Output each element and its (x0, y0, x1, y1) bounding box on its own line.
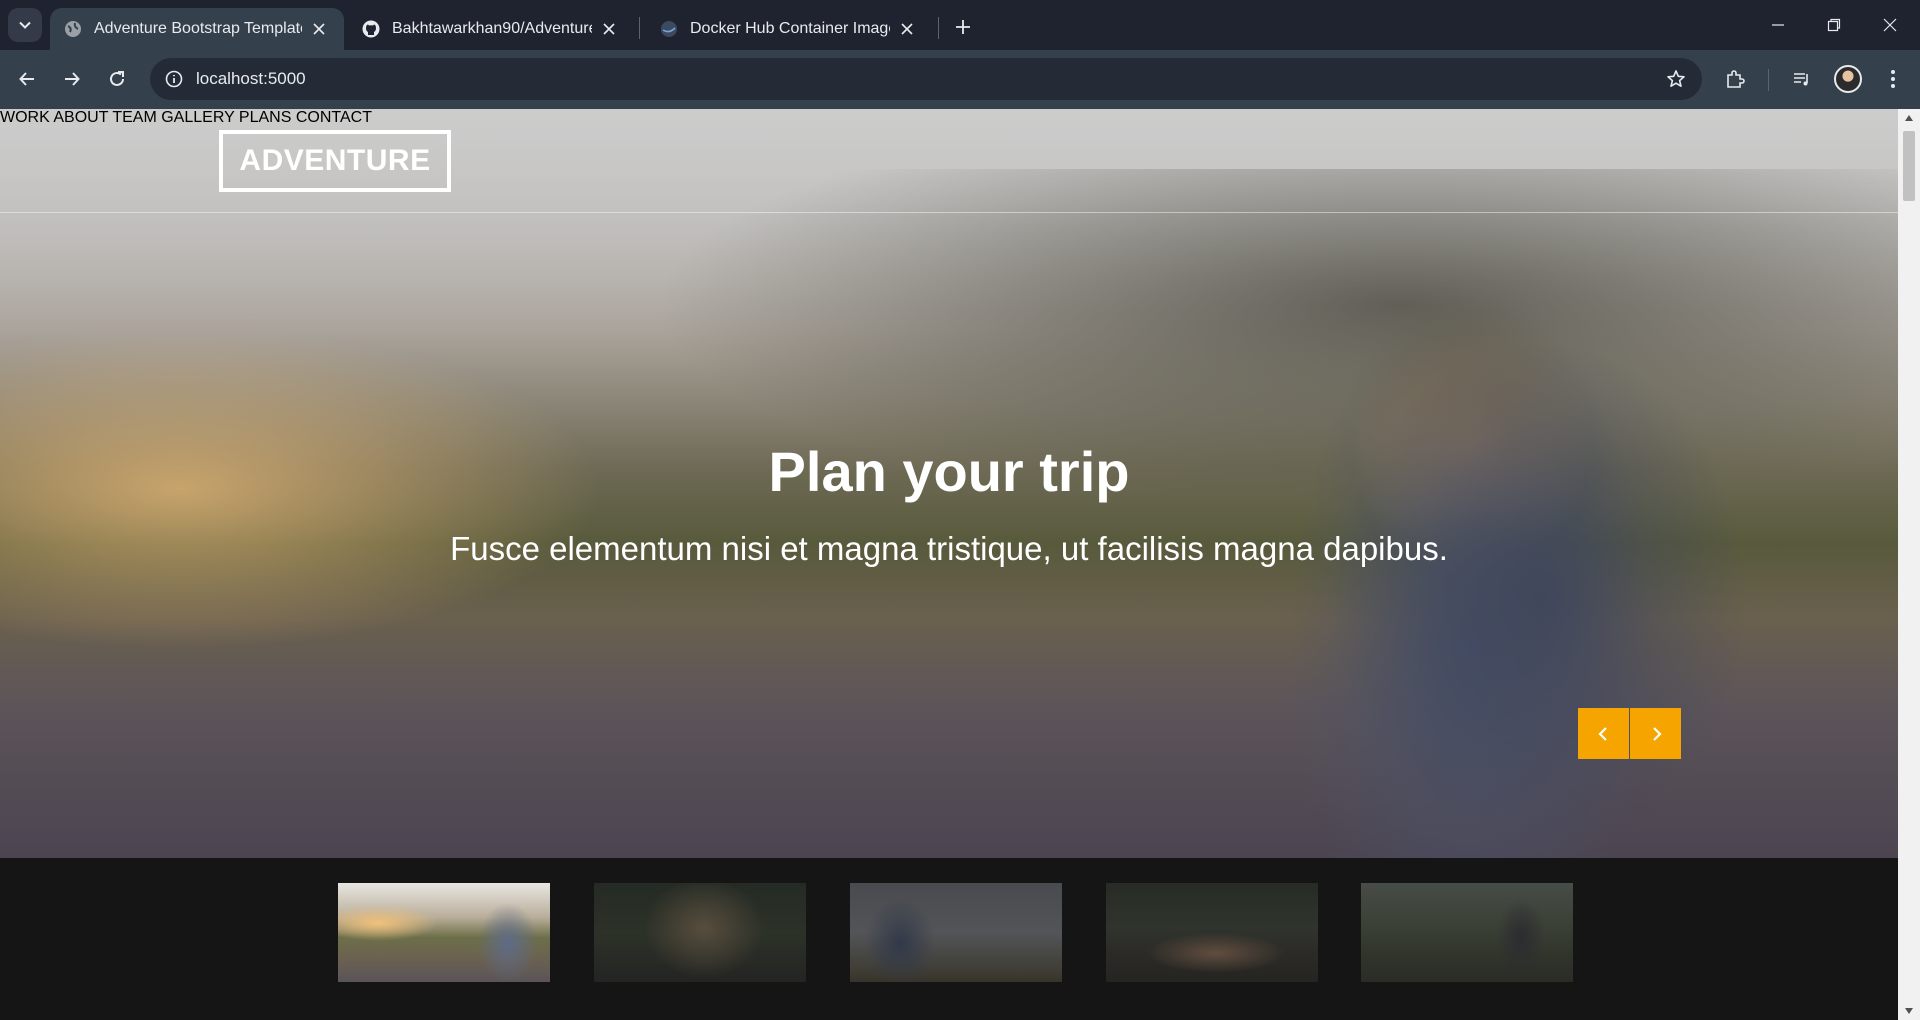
docker-icon (661, 21, 677, 37)
tab-title: Docker Hub Container Image Li (690, 20, 890, 37)
tab-adventure[interactable]: Adventure Bootstrap Template (50, 8, 344, 50)
globe-icon (65, 21, 81, 37)
arrow-left-icon (19, 72, 34, 86)
close-window-button[interactable] (1862, 0, 1918, 50)
restore-button[interactable] (1806, 0, 1862, 50)
thumbnail-woman-bicycle[interactable] (338, 883, 550, 982)
hero-subtitle: Fusce elementum nisi et magna tristique,… (450, 530, 1448, 567)
slider-next-button[interactable] (1630, 708, 1681, 759)
tab-github[interactable]: Bakhtawarkhan90/Adventure: T (348, 8, 634, 50)
chevron-right-icon (1652, 726, 1662, 741)
github-icon (362, 20, 380, 38)
triangle-down-icon (1905, 1008, 1913, 1014)
chevron-down-icon (19, 21, 31, 29)
slider-prev-button[interactable] (1578, 708, 1629, 759)
toolbar-separator (1768, 69, 1769, 91)
triangle-up-icon (1905, 115, 1913, 121)
thumbnail-hooded-photographer[interactable] (850, 883, 1062, 982)
tab-close-icon[interactable] (598, 18, 620, 40)
media-controls-button[interactable] (1785, 62, 1819, 96)
arrow-right-icon (65, 72, 80, 86)
extensions-button[interactable] (1718, 62, 1752, 96)
minimize-button[interactable] (1750, 0, 1806, 50)
scroll-up-arrow[interactable] (1898, 109, 1920, 127)
nav-contact[interactable]: CONTACT (296, 109, 372, 126)
tab-title: Bakhtawarkhan90/Adventure: T (392, 20, 592, 37)
tab-close-icon[interactable] (308, 18, 330, 40)
tab-separator (938, 17, 939, 39)
header-divider (0, 212, 1898, 213)
nav-plans[interactable]: PLANS (239, 109, 291, 126)
page-viewport: ADVENTURE WORK ABOUT TEAM GALLERY PLANS … (0, 109, 1920, 1020)
back-button[interactable] (10, 62, 44, 96)
puzzle-icon (1727, 70, 1745, 88)
browser-tab-strip: Adventure Bootstrap Template Bakhtawarkh… (0, 0, 1920, 50)
tab-search-button[interactable] (8, 8, 42, 42)
browser-toolbar: localhost:5000 (0, 50, 1920, 109)
more-vertical-icon (1891, 70, 1895, 88)
site-info-icon[interactable] (162, 67, 186, 91)
nav-work[interactable]: WORK (0, 109, 50, 126)
scroll-down-arrow[interactable] (1898, 1002, 1920, 1020)
tab-docker-hub[interactable]: Docker Hub Container Image Li (646, 8, 932, 50)
plus-icon (956, 20, 970, 34)
nav-about[interactable]: ABOUT (53, 109, 108, 126)
main-nav: WORK ABOUT TEAM GALLERY PLANS CONTACT (0, 109, 1898, 127)
address-bar[interactable]: localhost:5000 (150, 58, 1702, 100)
playlist-icon (1794, 73, 1808, 86)
page-scrollbar[interactable] (1898, 109, 1920, 1020)
restore-icon (1827, 18, 1841, 32)
minimize-icon (1772, 24, 1784, 26)
thumbnail-hiker-forest[interactable] (1361, 883, 1573, 982)
reload-icon (110, 71, 124, 86)
hero-background-person (1330, 339, 1750, 858)
forward-button[interactable] (55, 62, 89, 96)
tab-title: Adventure Bootstrap Template (94, 20, 302, 37)
reload-button[interactable] (100, 62, 134, 96)
tab-close-icon[interactable] (896, 18, 918, 40)
menu-button[interactable] (1876, 62, 1910, 96)
profile-avatar[interactable] (1834, 65, 1862, 93)
nav-gallery[interactable]: GALLERY (161, 109, 234, 126)
chevron-left-icon (1597, 726, 1607, 741)
thumbnail-strip (0, 858, 1898, 1020)
address-text[interactable]: localhost:5000 (196, 69, 306, 89)
thumbnail-woman-hair-forest[interactable] (594, 883, 806, 982)
hero-title: Plan your trip (768, 440, 1130, 503)
hero-slider: ADVENTURE WORK ABOUT TEAM GALLERY PLANS … (0, 109, 1898, 858)
bookmark-star-icon[interactable] (1664, 67, 1688, 91)
nav-team[interactable]: TEAM (112, 109, 156, 126)
new-tab-button[interactable] (949, 13, 977, 41)
close-icon (1883, 18, 1897, 32)
thumbnail-mountain-village[interactable] (1106, 883, 1318, 982)
scroll-thumb[interactable] (1903, 131, 1915, 201)
site-logo[interactable]: ADVENTURE (219, 130, 451, 192)
tab-separator (639, 17, 640, 39)
